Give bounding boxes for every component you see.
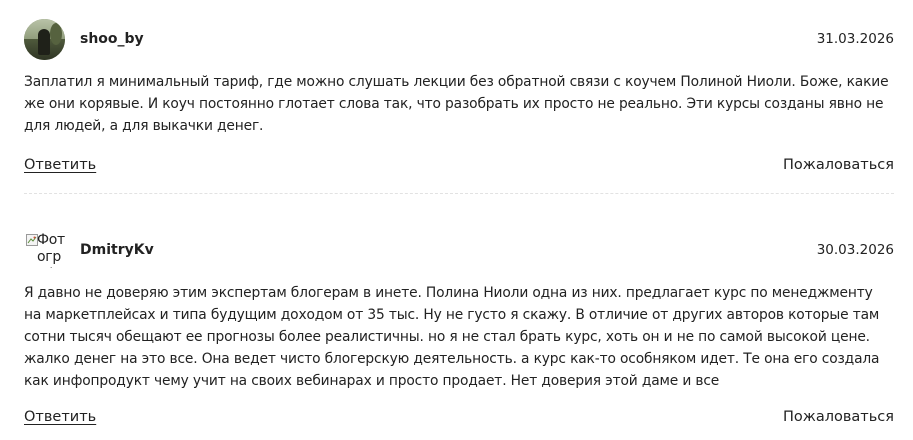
avatar-figure [38, 28, 50, 55]
comment-header: shoo_by 31.03.2026 [24, 18, 894, 60]
comment-author[interactable]: DmitryKv [80, 242, 154, 258]
comment-actions: Ответить Пожаловаться [24, 157, 894, 179]
comment-item: shoo_by 31.03.2026 Заплатил я минимальны… [24, 18, 894, 173]
avatar-alt-text: Фотография [37, 231, 66, 268]
comment-text: Я давно не доверяю этим экспертам блогер… [24, 285, 880, 389]
reply-button[interactable]: Ответить [24, 409, 96, 425]
avatar[interactable] [24, 18, 65, 60]
reply-button[interactable]: Ответить [24, 157, 96, 173]
comment-author[interactable]: shoo_by [80, 31, 144, 47]
comment-actions: Ответить Пожаловаться [24, 409, 894, 431]
avatar[interactable]: Фотография [24, 230, 66, 271]
comment-header: Фотография DmitryKv 30.03.2026 [24, 229, 894, 271]
comment-text: Заплатил я минимальный тариф, где можно … [24, 74, 889, 134]
comments-list: shoo_by 31.03.2026 Заплатил я минимальны… [0, 0, 913, 440]
comment-date: 31.03.2026 [816, 31, 894, 47]
report-button[interactable]: Пожаловаться [783, 409, 894, 425]
report-button[interactable]: Пожаловаться [783, 157, 894, 173]
comment-item: Фотография DmitryKv 30.03.2026 Я давно н… [24, 229, 894, 426]
comment-date: 30.03.2026 [816, 242, 894, 258]
comment-divider [24, 193, 894, 194]
avatar-tree [50, 22, 62, 45]
